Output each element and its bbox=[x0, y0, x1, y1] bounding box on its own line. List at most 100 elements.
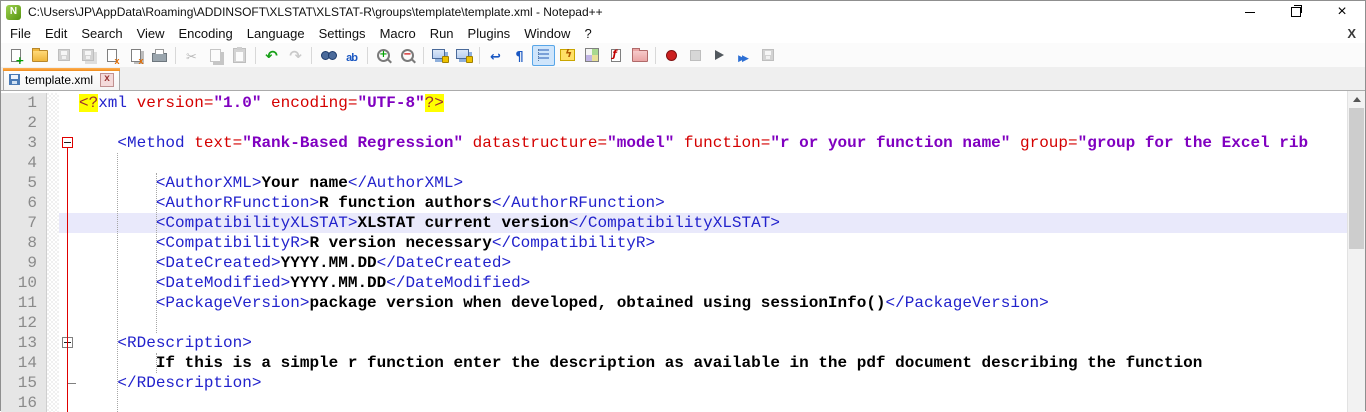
code-line-6[interactable]: 6 <AuthorRFunction>R function authors</A… bbox=[1, 193, 1365, 213]
save-all-button[interactable] bbox=[76, 45, 99, 66]
zoom-out-button[interactable] bbox=[396, 45, 419, 66]
copy-button[interactable] bbox=[204, 45, 227, 66]
find-button[interactable] bbox=[316, 45, 339, 66]
word-wrap-button[interactable] bbox=[484, 45, 507, 66]
bookmark-margin[interactable] bbox=[47, 373, 59, 393]
folder-as-workspace-button[interactable] bbox=[628, 45, 651, 66]
tab-close-icon[interactable]: x bbox=[100, 72, 115, 87]
bookmark-margin[interactable] bbox=[47, 253, 59, 273]
undo-button[interactable] bbox=[260, 45, 283, 66]
menu-settings[interactable]: Settings bbox=[312, 24, 373, 43]
macro-play-button[interactable] bbox=[708, 45, 731, 66]
bookmark-margin[interactable] bbox=[47, 213, 59, 233]
line-number[interactable]: 2 bbox=[1, 113, 47, 133]
bookmark-margin[interactable] bbox=[47, 273, 59, 293]
code-text[interactable]: <CompatibilityR>R version necessary</Com… bbox=[75, 233, 1365, 253]
fold-margin[interactable] bbox=[59, 93, 75, 113]
code-line-13[interactable]: 13 <RDescription> bbox=[1, 333, 1365, 353]
bookmark-margin[interactable] bbox=[47, 313, 59, 333]
user-defined-language-button[interactable] bbox=[556, 45, 579, 66]
bookmark-margin[interactable] bbox=[47, 353, 59, 373]
scroll-up-button[interactable] bbox=[1348, 91, 1365, 108]
print-button[interactable] bbox=[148, 45, 171, 66]
menu-plugins[interactable]: Plugins bbox=[461, 24, 518, 43]
line-number[interactable]: 9 bbox=[1, 253, 47, 273]
sync-horizontal-button[interactable] bbox=[452, 45, 475, 66]
code-line-2[interactable]: 2 bbox=[1, 113, 1365, 133]
code-line-12[interactable]: 12 bbox=[1, 313, 1365, 333]
line-number[interactable]: 3 bbox=[1, 133, 47, 153]
code-line-3[interactable]: 3 <Method text="Rank-Based Regression" d… bbox=[1, 133, 1365, 153]
bookmark-margin[interactable] bbox=[47, 233, 59, 253]
bookmark-margin[interactable] bbox=[47, 333, 59, 353]
minimize-button[interactable] bbox=[1227, 1, 1273, 23]
code-text[interactable]: If this is a simple r function enter the… bbox=[75, 353, 1365, 373]
macro-save-button[interactable] bbox=[756, 45, 779, 66]
line-number[interactable]: 12 bbox=[1, 313, 47, 333]
code-line-9[interactable]: 9 <DateCreated>YYYY.MM.DD</DateCreated> bbox=[1, 253, 1365, 273]
save-button[interactable] bbox=[52, 45, 75, 66]
macro-run-multiple-button[interactable] bbox=[732, 45, 755, 66]
new-file-button[interactable] bbox=[4, 45, 27, 67]
code-line-5[interactable]: 5 <AuthorXML>Your name</AuthorXML> bbox=[1, 173, 1365, 193]
code-line-11[interactable]: 11 <PackageVersion>package version when … bbox=[1, 293, 1365, 313]
editor[interactable]: 1 <?xml version="1.0" encoding="UTF-8"?> 2… bbox=[1, 91, 1365, 412]
sync-vertical-button[interactable] bbox=[428, 45, 451, 66]
bookmark-margin[interactable] bbox=[47, 293, 59, 313]
bookmark-margin[interactable] bbox=[47, 93, 59, 113]
code-line-10[interactable]: 10 <DateModified>YYYY.MM.DD</DateModifie… bbox=[1, 273, 1365, 293]
line-number[interactable]: 13 bbox=[1, 333, 47, 353]
line-number[interactable]: 5 bbox=[1, 173, 47, 193]
code-text[interactable] bbox=[75, 113, 1365, 133]
bookmark-margin[interactable] bbox=[47, 153, 59, 173]
code-line-1[interactable]: 1 <?xml version="1.0" encoding="UTF-8"?> bbox=[1, 93, 1365, 113]
code-text[interactable] bbox=[75, 393, 1365, 412]
zoom-in-button[interactable] bbox=[372, 45, 395, 66]
code-text[interactable]: <Method text="Rank-Based Regression" dat… bbox=[75, 133, 1365, 153]
line-number[interactable]: 15 bbox=[1, 373, 47, 393]
bookmark-margin[interactable] bbox=[47, 393, 59, 412]
bookmark-margin[interactable] bbox=[47, 133, 59, 153]
document-map-button[interactable] bbox=[580, 45, 603, 66]
bookmark-margin[interactable] bbox=[47, 173, 59, 193]
close-file-button[interactable] bbox=[100, 45, 123, 66]
close-button[interactable]: × bbox=[1319, 1, 1365, 23]
menu-file[interactable]: File bbox=[3, 24, 38, 43]
close-document-button[interactable]: X bbox=[1347, 26, 1356, 41]
fold-margin[interactable] bbox=[59, 113, 75, 133]
vertical-scrollbar[interactable] bbox=[1347, 91, 1365, 412]
menu-help[interactable]: ? bbox=[577, 24, 598, 43]
code-text[interactable]: <AuthorRFunction>R function authors</Aut… bbox=[75, 193, 1365, 213]
menu-macro[interactable]: Macro bbox=[373, 24, 423, 43]
code-line-14[interactable]: 14 If this is a simple r function enter … bbox=[1, 353, 1365, 373]
line-number[interactable]: 7 bbox=[1, 213, 47, 233]
scrollbar-thumb[interactable] bbox=[1349, 108, 1364, 249]
open-file-button[interactable] bbox=[28, 45, 51, 66]
menu-run[interactable]: Run bbox=[423, 24, 461, 43]
code-line-4[interactable]: 4 bbox=[1, 153, 1365, 173]
cut-button[interactable] bbox=[180, 45, 203, 66]
menu-view[interactable]: View bbox=[130, 24, 172, 43]
code-line-7[interactable]: 7 <CompatibilityXLSTAT>XLSTAT current ve… bbox=[1, 213, 1365, 233]
show-indent-guide-button[interactable] bbox=[532, 44, 555, 66]
tab-template-xml[interactable]: template.xml x bbox=[2, 68, 121, 90]
code-text[interactable] bbox=[75, 313, 1365, 333]
paste-button[interactable] bbox=[228, 45, 251, 66]
menu-encoding[interactable]: Encoding bbox=[172, 24, 240, 43]
code-text[interactable] bbox=[75, 153, 1365, 173]
line-number[interactable]: 4 bbox=[1, 153, 47, 173]
bookmark-margin[interactable] bbox=[47, 113, 59, 133]
menu-search[interactable]: Search bbox=[74, 24, 129, 43]
line-number[interactable]: 10 bbox=[1, 273, 47, 293]
menu-language[interactable]: Language bbox=[240, 24, 312, 43]
redo-button[interactable] bbox=[284, 45, 307, 66]
code-text[interactable]: <RDescription> bbox=[75, 333, 1365, 353]
line-number[interactable]: 6 bbox=[1, 193, 47, 213]
code-line-16[interactable]: 16 bbox=[1, 393, 1365, 412]
code-line-8[interactable]: 8 <CompatibilityR>R version necessary</C… bbox=[1, 233, 1365, 253]
line-number[interactable]: 11 bbox=[1, 293, 47, 313]
code-text[interactable]: <CompatibilityXLSTAT>XLSTAT current vers… bbox=[75, 213, 1365, 233]
code-line-15[interactable]: 15 </RDescription> bbox=[1, 373, 1365, 393]
macro-record-button[interactable] bbox=[660, 45, 683, 66]
menu-edit[interactable]: Edit bbox=[38, 24, 74, 43]
